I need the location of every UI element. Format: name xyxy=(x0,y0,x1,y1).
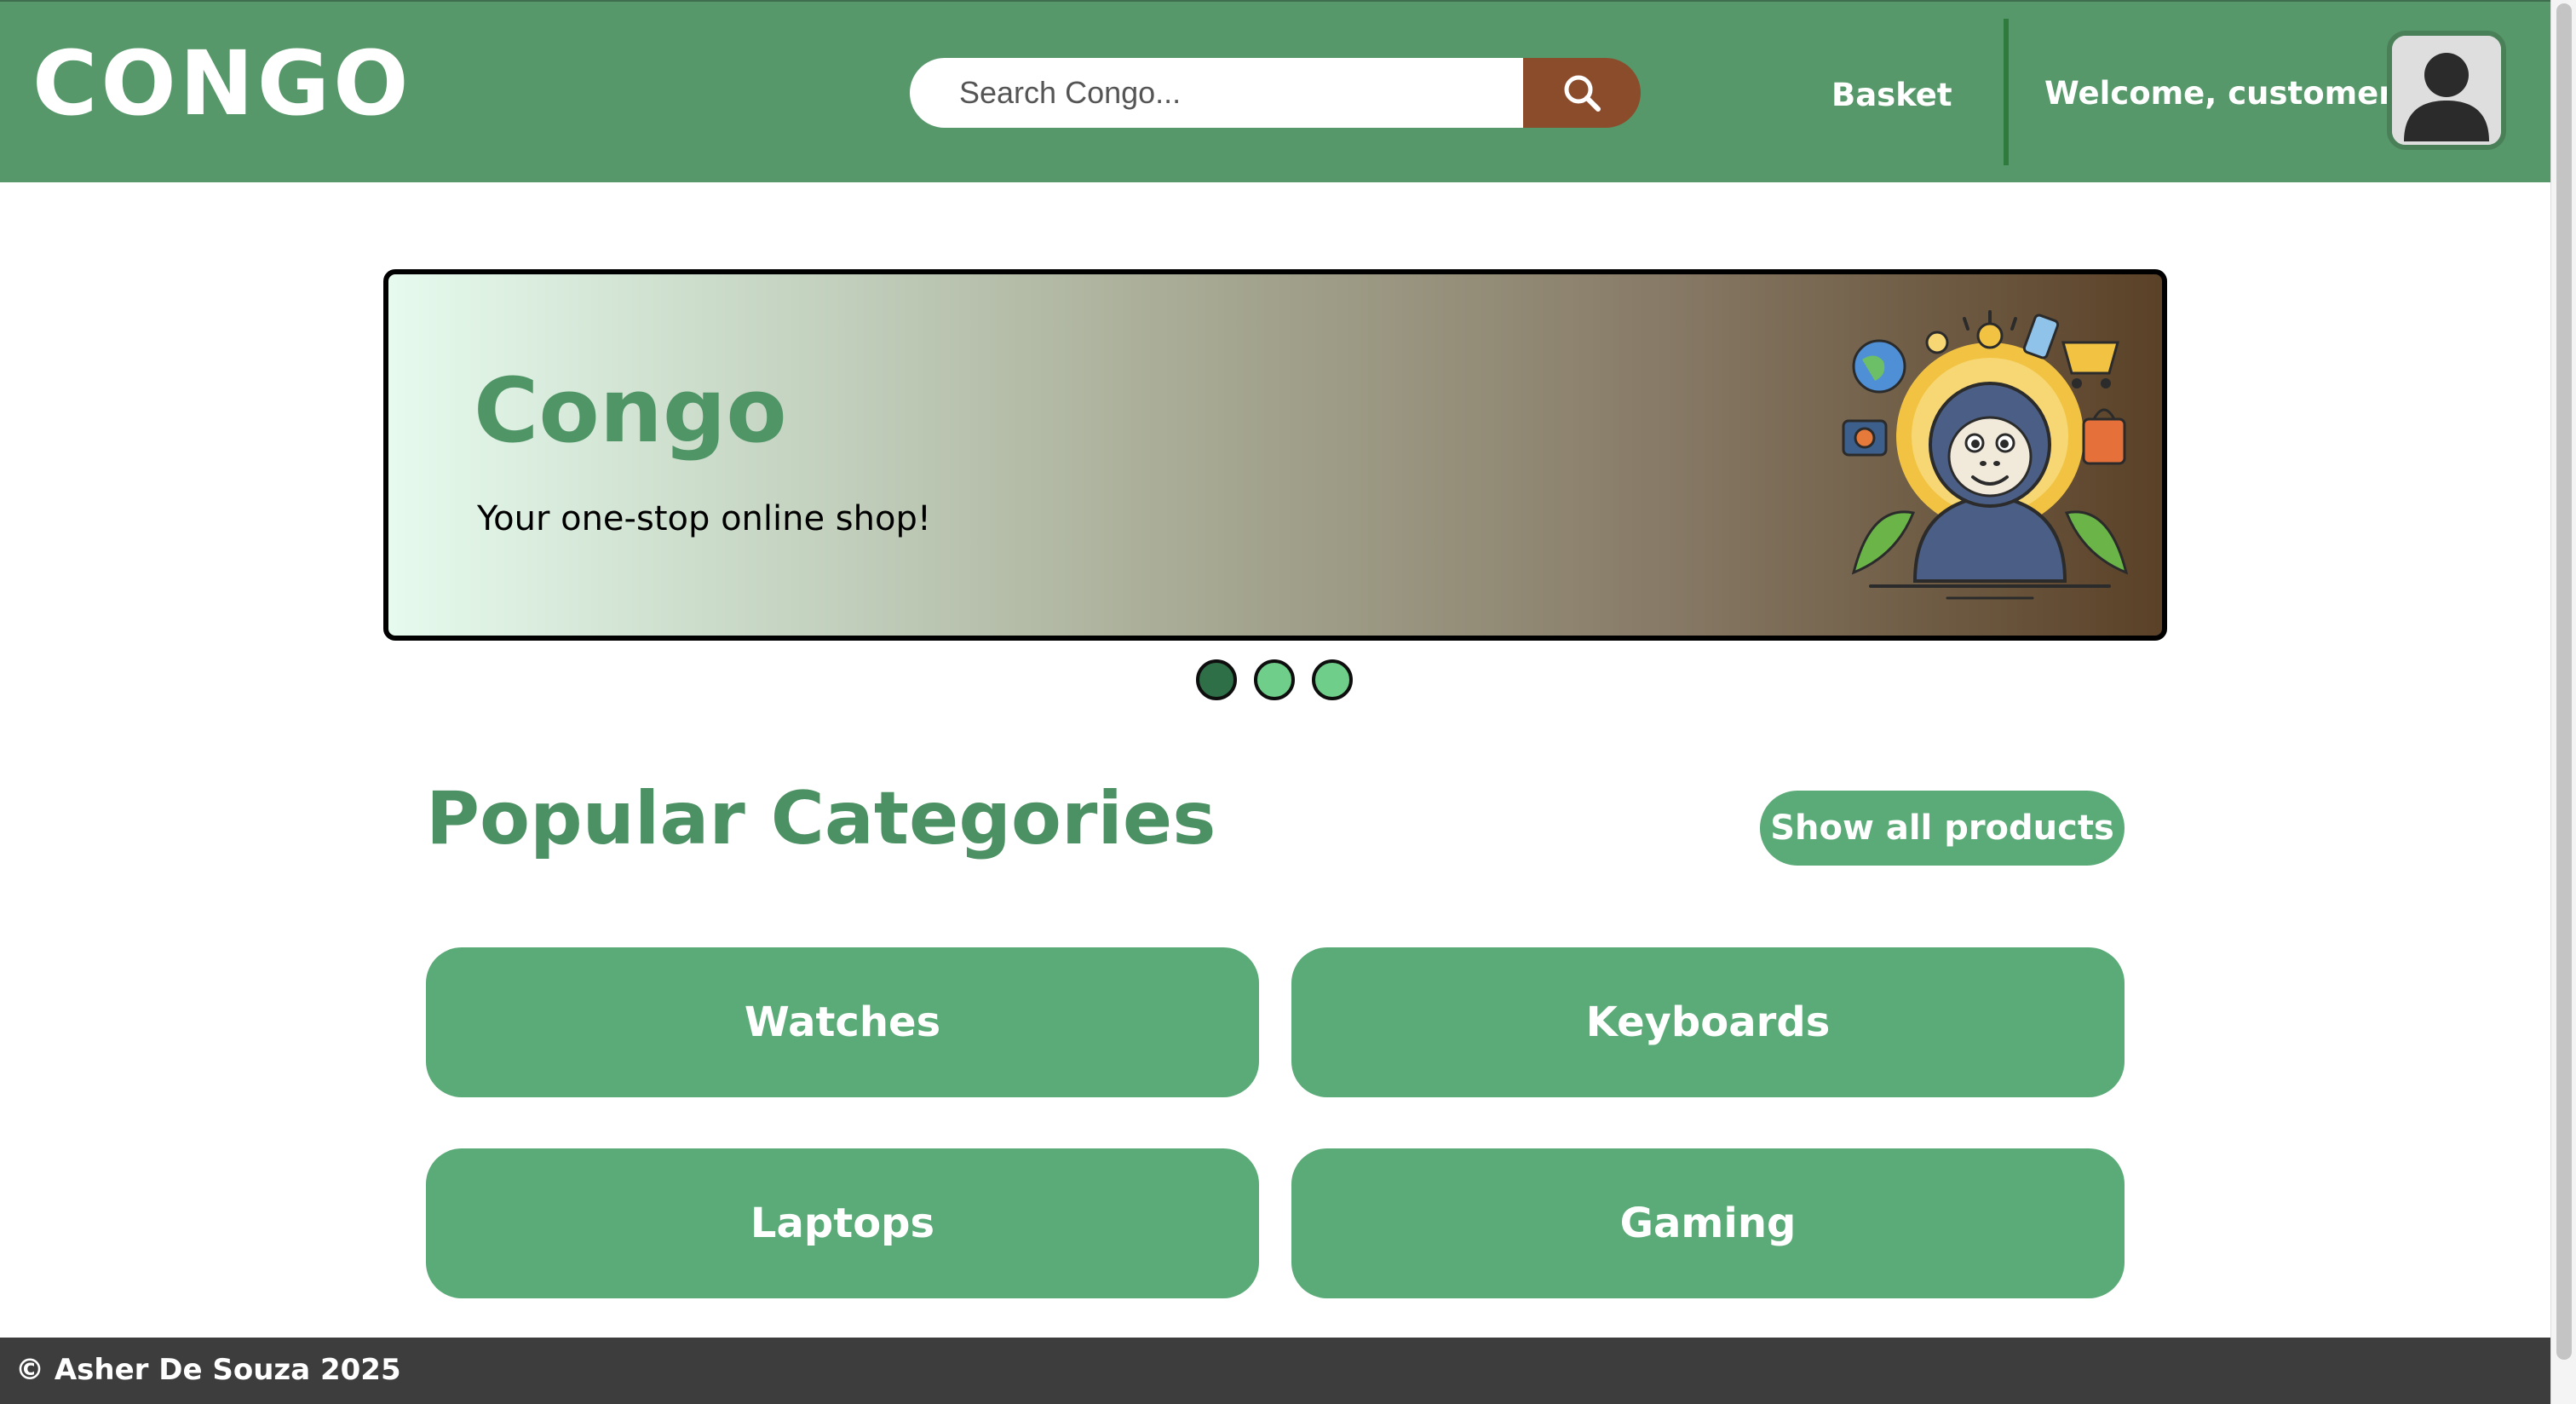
copyright-text: © Asher De Souza 2025 xyxy=(15,1353,401,1387)
search-bar xyxy=(910,58,1641,128)
search-icon xyxy=(1564,75,1601,112)
popular-categories-title: Popular Categories xyxy=(426,776,1216,861)
basket-link[interactable]: Basket xyxy=(1831,77,1952,113)
category-grid: Watches Keyboards Laptops Gaming xyxy=(426,947,2125,1298)
category-tile-watches[interactable]: Watches xyxy=(426,947,1259,1097)
page-scrollbar[interactable] xyxy=(2550,0,2576,1404)
carousel-dot-1[interactable] xyxy=(1196,659,1237,700)
carousel-indicators xyxy=(1196,659,1353,700)
header-divider xyxy=(2004,19,2009,165)
hero-subtitle: Your one-stop online shop! xyxy=(477,499,931,538)
site-logo[interactable]: CONGO xyxy=(32,39,412,128)
category-tile-laptops[interactable]: Laptops xyxy=(426,1148,1259,1298)
show-all-products-button[interactable]: Show all products xyxy=(1760,791,2125,866)
category-tile-gaming[interactable]: Gaming xyxy=(1291,1148,2125,1298)
category-tile-keyboards[interactable]: Keyboards xyxy=(1291,947,2125,1097)
carousel-dot-2[interactable] xyxy=(1254,659,1295,700)
user-avatar-icon xyxy=(2392,36,2501,145)
welcome-text: Welcome, customer! xyxy=(2044,75,2409,112)
site-footer: © Asher De Souza 2025 xyxy=(0,1338,2550,1404)
hero-title: Congo xyxy=(474,359,787,463)
site-header: CONGO Basket Welcome, customer! xyxy=(0,0,2550,182)
hero-banner[interactable]: Congo Your one-stop online shop! xyxy=(383,269,2167,641)
carousel-dot-3[interactable] xyxy=(1312,659,1353,700)
gorilla-shopping-illustration xyxy=(1842,310,2129,600)
user-avatar-button[interactable] xyxy=(2387,31,2506,150)
scrollbar-thumb[interactable] xyxy=(2556,3,2572,1360)
search-button[interactable] xyxy=(1523,58,1641,128)
search-input[interactable] xyxy=(910,58,1523,128)
